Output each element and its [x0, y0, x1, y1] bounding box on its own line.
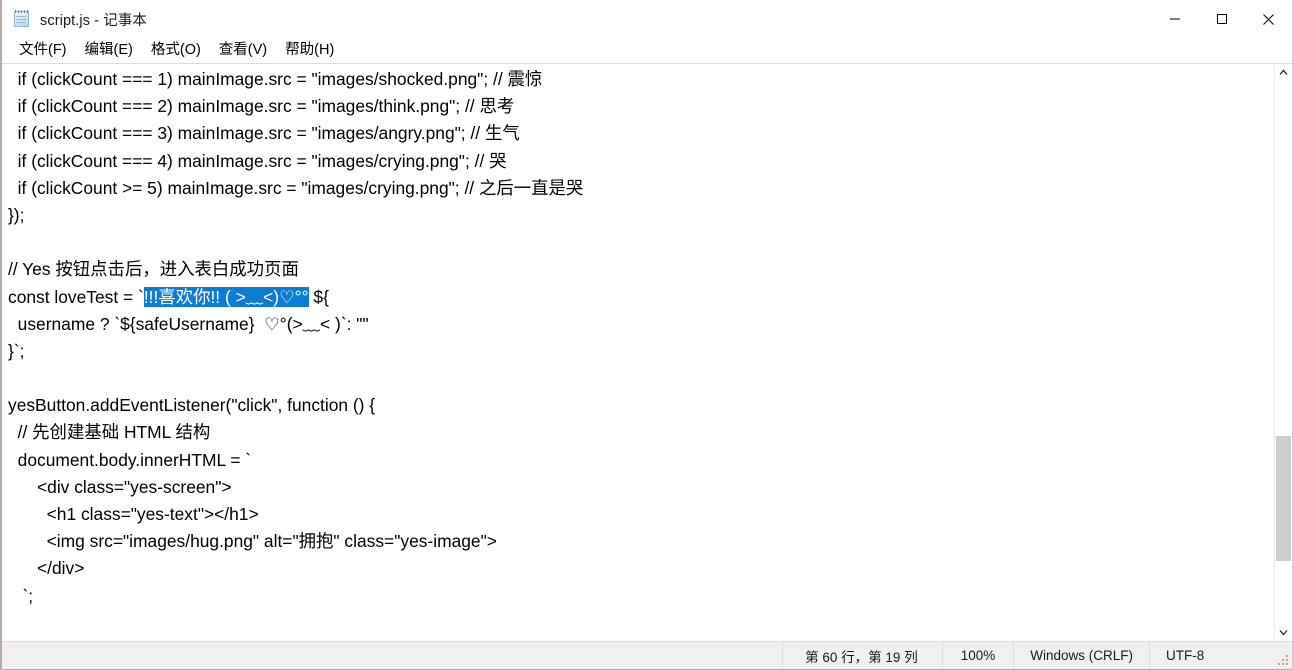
- maximize-icon: [1216, 14, 1227, 24]
- code-text: ${: [308, 286, 329, 307]
- selected-text[interactable]: !!!喜欢你!! ( >﹏<)♡°°: [143, 286, 309, 307]
- maximize-button[interactable]: [1198, 0, 1245, 38]
- code-line[interactable]: const loveTest = `!!!喜欢你!! ( >﹏<)♡°° ${: [5, 284, 1274, 311]
- status-line-ending[interactable]: Windows (CRLF): [1013, 642, 1149, 669]
- code-line[interactable]: </div>: [5, 555, 1274, 582]
- code-line[interactable]: if (clickCount === 4) mainImage.src = "i…: [5, 148, 1274, 175]
- text-editor[interactable]: if (clickCount === 1) mainImage.src = "i…: [2, 64, 1274, 641]
- code-line[interactable]: }`;: [5, 338, 1274, 365]
- code-line[interactable]: [5, 610, 1274, 637]
- code-line[interactable]: <h1 class="yes-text"></h1>: [5, 501, 1274, 528]
- code-line[interactable]: [5, 229, 1274, 256]
- chevron-up-icon: [1279, 69, 1288, 75]
- close-button[interactable]: [1245, 0, 1292, 38]
- scroll-up-button[interactable]: [1275, 64, 1292, 81]
- code-line[interactable]: <img src="images/hug.png" alt="拥抱" class…: [5, 528, 1274, 555]
- resize-grip-icon[interactable]: [1278, 655, 1289, 666]
- status-bar: 第 60 行，第 19 列 100% Windows (CRLF) UTF-8: [2, 641, 1292, 669]
- status-cursor-position: 第 60 行，第 19 列: [782, 642, 942, 669]
- code-line[interactable]: `;: [5, 583, 1274, 610]
- status-encoding[interactable]: UTF-8: [1149, 642, 1292, 669]
- chevron-down-icon: [1279, 630, 1288, 636]
- code-line[interactable]: <div class="yes-screen">: [5, 474, 1274, 501]
- code-line[interactable]: username ? `${safeUsername} ♡°(>﹏< )`: "…: [5, 311, 1274, 338]
- menu-item-help[interactable]: 帮助(H): [276, 39, 343, 62]
- code-line[interactable]: if (clickCount >= 5) mainImage.src = "im…: [5, 175, 1274, 202]
- vertical-scrollbar[interactable]: [1274, 64, 1292, 641]
- code-line[interactable]: [5, 365, 1274, 392]
- scrollbar-track[interactable]: [1275, 81, 1292, 624]
- title-bar[interactable]: script.js - 记事本: [2, 0, 1292, 38]
- code-text: const loveTest = `: [8, 286, 144, 307]
- menu-item-view[interactable]: 查看(V): [210, 39, 276, 62]
- editor-area: if (clickCount === 1) mainImage.src = "i…: [2, 63, 1292, 641]
- status-zoom-level[interactable]: 100%: [941, 642, 1014, 669]
- window-controls: [1151, 0, 1292, 38]
- code-line[interactable]: // Yes 按钮点击后，进入表白成功页面: [5, 256, 1274, 283]
- code-line[interactable]: if (clickCount === 3) mainImage.src = "i…: [5, 120, 1274, 147]
- code-line[interactable]: // 先创建基础 HTML 结构: [5, 419, 1274, 446]
- menu-item-edit[interactable]: 编辑(E): [76, 39, 142, 62]
- code-line[interactable]: document.body.innerHTML = `: [5, 447, 1274, 474]
- status-bar-spacer: [2, 642, 782, 669]
- notepad-icon: [13, 10, 31, 28]
- title-bar-left: script.js - 记事本: [2, 0, 1151, 38]
- window-title: script.js - 记事本: [40, 12, 148, 29]
- minimize-icon: [1169, 18, 1180, 20]
- code-line[interactable]: yesButton.addEventListener("click", func…: [5, 392, 1274, 419]
- scroll-down-button[interactable]: [1275, 624, 1292, 641]
- notepad-window: script.js - 记事本 文件(F) 编辑(E) 格式(O) 查看(V) …: [0, 0, 1293, 670]
- code-line[interactable]: });: [5, 202, 1274, 229]
- minimize-button[interactable]: [1151, 0, 1198, 38]
- scrollbar-thumb[interactable]: [1276, 436, 1291, 561]
- menu-item-format[interactable]: 格式(O): [142, 39, 210, 62]
- code-line[interactable]: if (clickCount === 2) mainImage.src = "i…: [5, 93, 1274, 120]
- code-line[interactable]: if (clickCount === 1) mainImage.src = "i…: [5, 66, 1274, 93]
- menu-item-file[interactable]: 文件(F): [10, 39, 76, 62]
- menu-bar: 文件(F) 编辑(E) 格式(O) 查看(V) 帮助(H): [2, 38, 1292, 63]
- close-icon: [1263, 13, 1274, 25]
